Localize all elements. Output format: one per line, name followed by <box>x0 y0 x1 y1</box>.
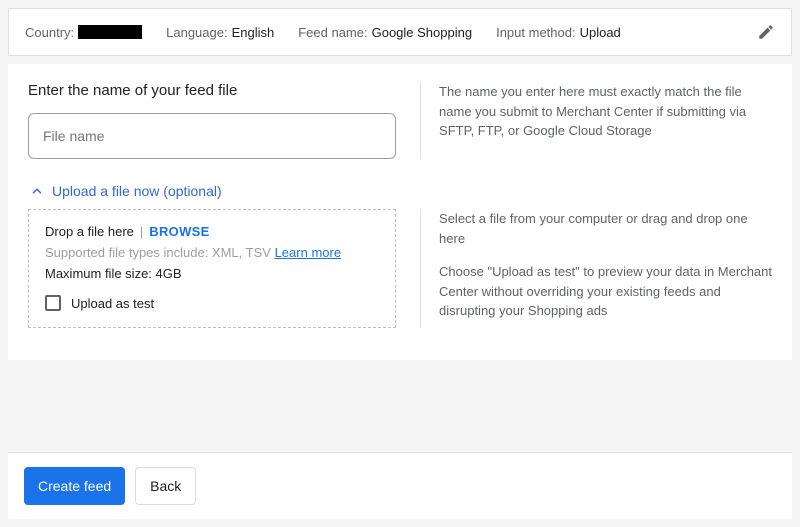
feed-summary-bar: Country: Language: English Feed name: Go… <box>8 8 792 56</box>
upload-as-test-label: Upload as test <box>71 296 154 311</box>
feedname-label: Feed name: <box>298 25 367 40</box>
learn-more-link[interactable]: Learn more <box>275 245 341 260</box>
main-panel: Enter the name of your feed file The nam… <box>8 64 792 360</box>
inputmethod-value: Upload <box>580 25 621 40</box>
language-label: Language: <box>166 25 227 40</box>
filename-row: Enter the name of your feed file The nam… <box>28 82 772 159</box>
summary-inputmethod: Input method: Upload <box>496 25 621 40</box>
create-feed-button[interactable]: Create feed <box>24 467 125 505</box>
file-dropzone[interactable]: Drop a file here | BROWSE Supported file… <box>28 209 396 328</box>
upload-help-1: Select a file from your computer or drag… <box>439 209 772 248</box>
upload-expander[interactable]: Upload a file now (optional) <box>30 183 772 199</box>
upload-row: Drop a file here | BROWSE Supported file… <box>28 209 772 328</box>
back-button[interactable]: Back <box>135 467 196 505</box>
browse-button[interactable]: BROWSE <box>149 224 209 239</box>
edit-button[interactable] <box>757 23 775 41</box>
divider: | <box>140 224 143 239</box>
filename-input[interactable] <box>28 113 396 159</box>
summary-feedname: Feed name: Google Shopping <box>298 25 472 40</box>
language-value: English <box>232 25 275 40</box>
upload-as-test-checkbox[interactable] <box>45 295 61 311</box>
feedname-value: Google Shopping <box>372 25 472 40</box>
footer-actions: Create feed Back <box>8 452 792 519</box>
drop-text: Drop a file here <box>45 224 134 239</box>
summary-country: Country: <box>25 25 142 40</box>
country-value-redacted <box>78 25 142 39</box>
upload-help-2: Choose "Upload as test" to preview your … <box>439 262 772 321</box>
upload-expander-label: Upload a file now (optional) <box>52 183 222 199</box>
chevron-up-icon <box>30 184 44 198</box>
pencil-icon <box>757 23 775 41</box>
supported-types-text: Supported file types include: XML, TSV <box>45 245 271 260</box>
summary-language: Language: English <box>166 25 274 40</box>
filename-heading: Enter the name of your feed file <box>28 82 396 99</box>
max-file-size: Maximum file size: 4GB <box>45 266 379 281</box>
filename-help-text: The name you enter here must exactly mat… <box>439 82 772 141</box>
inputmethod-label: Input method: <box>496 25 576 40</box>
country-label: Country: <box>25 25 74 40</box>
